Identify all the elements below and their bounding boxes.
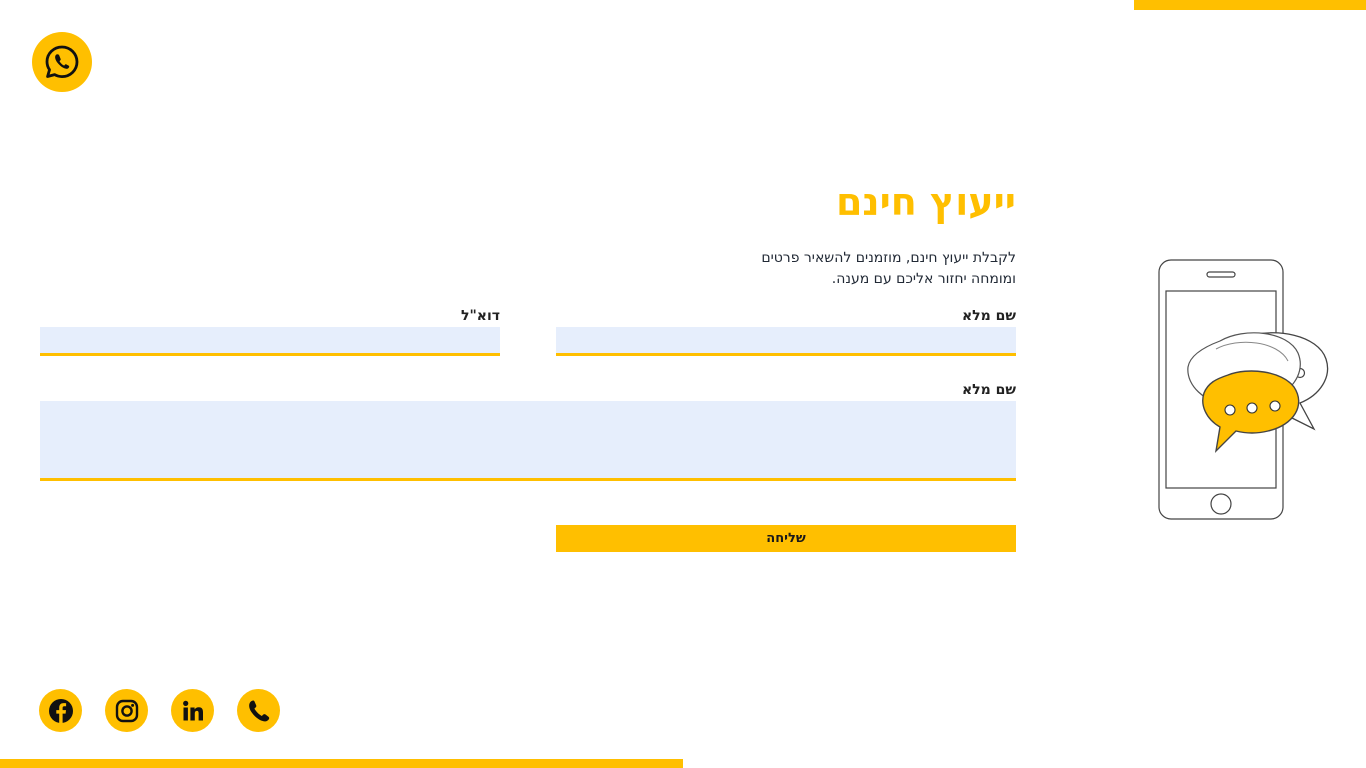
facebook-button[interactable]: [39, 689, 82, 732]
message-label: שם מלא: [961, 382, 1016, 398]
form-intro-line: ומומחה יחזור אליכם עם מענה.: [831, 271, 1016, 287]
phone-chat-illustration: [1158, 259, 1329, 520]
email-field[interactable]: [40, 327, 500, 356]
email-label: דוא"ל: [461, 308, 500, 324]
linkedin-button[interactable]: [171, 689, 214, 732]
instagram-button[interactable]: [105, 689, 148, 732]
instagram-icon: [115, 699, 138, 722]
form-title: ייעוץ חינם: [835, 180, 1016, 224]
form-intro: לקבלת ייעוץ חינם, מוזמנים להשאיר פרטים ו…: [640, 248, 1016, 290]
bottom-accent-bar: [0, 759, 683, 768]
submit-button[interactable]: שליחה: [556, 525, 1016, 552]
facebook-icon: [48, 698, 73, 723]
name-label: שם מלא: [961, 308, 1016, 324]
name-field[interactable]: [556, 327, 1016, 356]
whatsapp-icon: [45, 45, 79, 78]
contact-page: ייעוץ חינם לקבלת ייעוץ חינם, מוזמנים להש…: [0, 0, 1366, 768]
phone-icon: [248, 700, 269, 721]
form-intro-line: לקבלת ייעוץ חינם, מוזמנים להשאיר פרטים: [761, 250, 1016, 266]
phone-button[interactable]: [237, 689, 280, 732]
message-field[interactable]: [40, 401, 1016, 481]
top-accent-bar: [1134, 0, 1366, 10]
linkedin-icon: [182, 700, 203, 720]
whatsapp-button[interactable]: [32, 32, 92, 92]
